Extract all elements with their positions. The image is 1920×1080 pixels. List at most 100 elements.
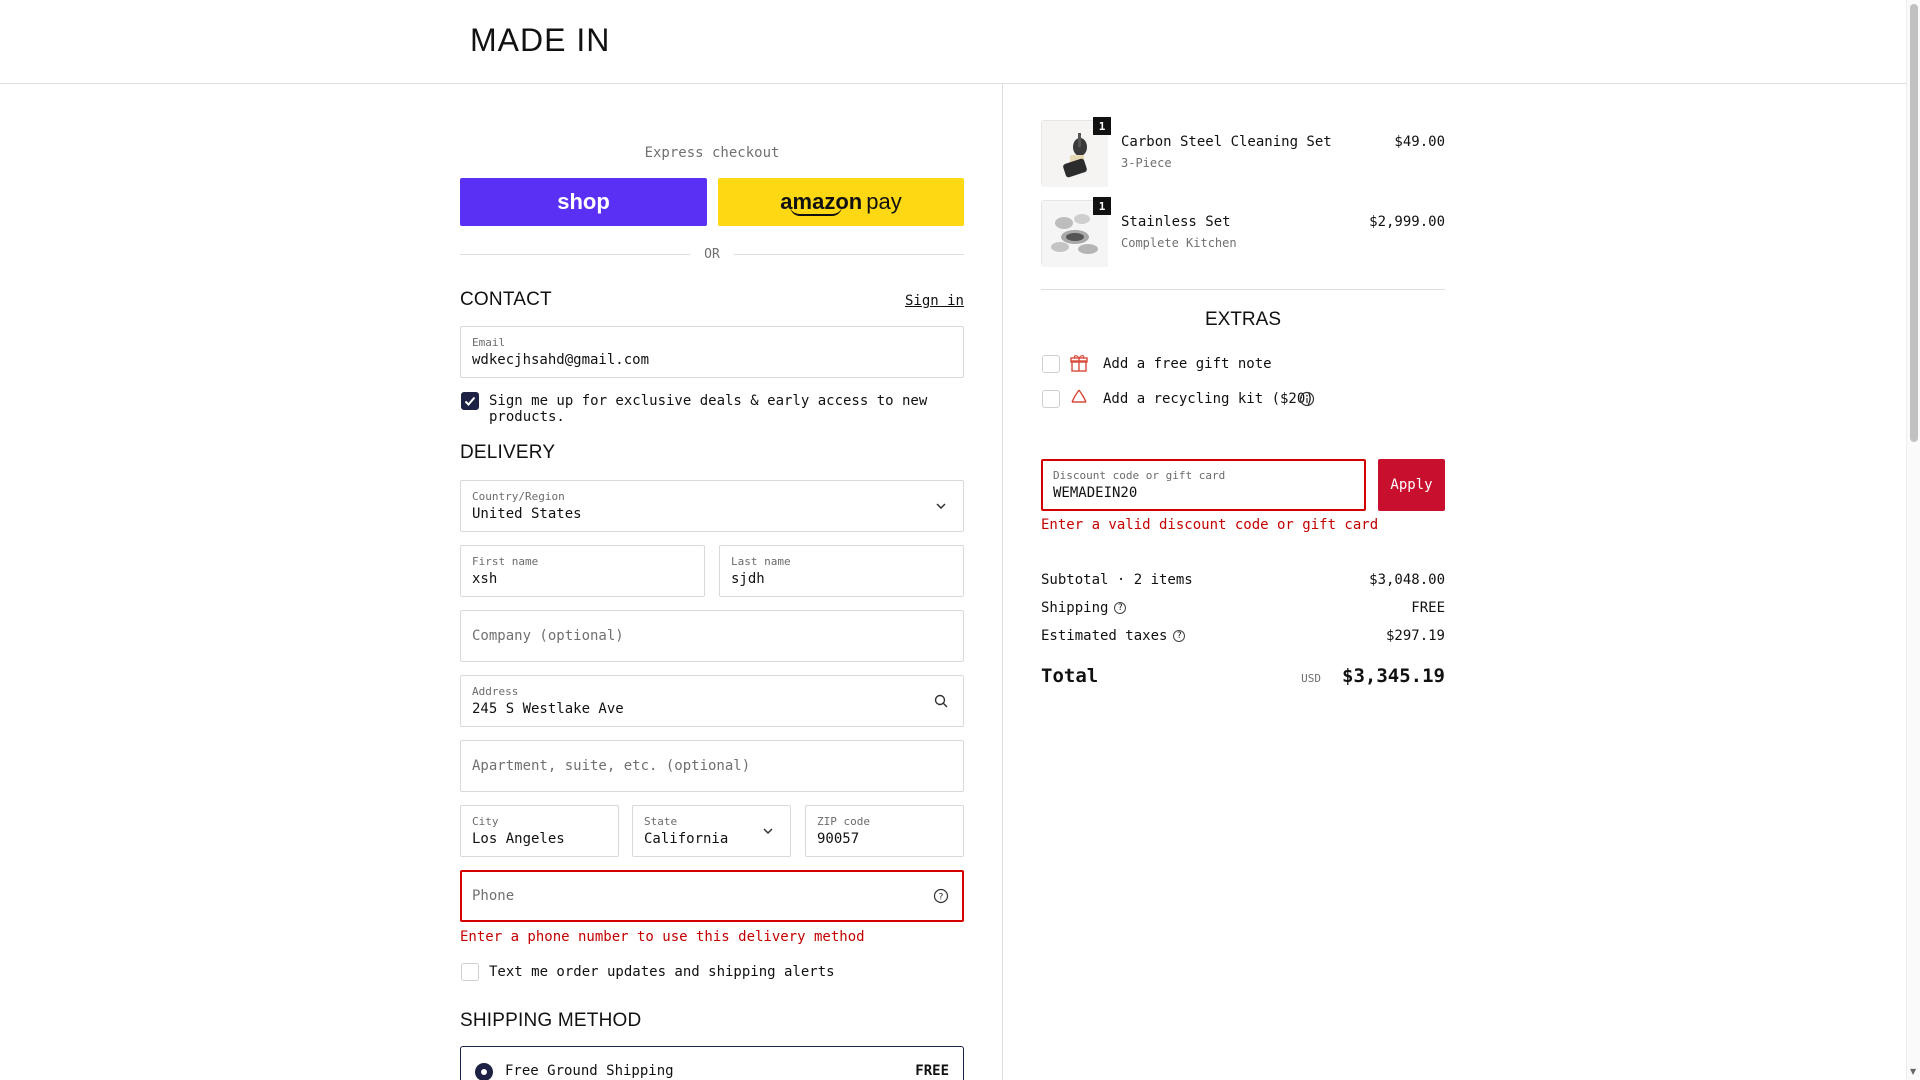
subtotal-label: Subtotal · 2 items <box>1041 572 1193 588</box>
apartment-field[interactable]: Apartment, suite, etc. (optional) <box>460 740 964 792</box>
address-label: Address <box>472 685 519 698</box>
sms-label: Text me order updates and shipping alert… <box>489 964 835 980</box>
shipping-option-free-ground[interactable]: Free Ground Shipping FREE <box>460 1046 964 1080</box>
shipping-radio[interactable] <box>475 1063 493 1080</box>
discount-value[interactable]: WEMADEIN20 <box>1053 485 1137 501</box>
address-field[interactable]: Address 245 S Westlake Ave <box>460 675 964 727</box>
column-divider <box>1002 84 1003 1080</box>
recycling-kit-label: Add a recycling kit ($20) <box>1103 391 1314 407</box>
first-name-label: First name <box>472 555 539 568</box>
newsletter-checkbox[interactable] <box>461 392 479 410</box>
shipping-method-title: SHIPPING METHOD <box>460 1010 642 1031</box>
apply-discount-button[interactable]: Apply <box>1378 459 1445 511</box>
shipping-option-label: Free Ground Shipping <box>505 1063 674 1079</box>
sign-in-link[interactable]: Sign in <box>905 293 964 309</box>
extras-title: EXTRAS <box>1204 309 1282 330</box>
amazon-pay-button[interactable]: amazon pay <box>718 178 964 226</box>
cart-item: 1 Carbon Steel Cleaning Set 3-Piece $49.… <box>1041 117 1445 188</box>
state-value: California <box>644 831 729 847</box>
item-variant: Complete Kitchen <box>1121 236 1237 250</box>
total-currency: USD <box>1301 672 1321 685</box>
phone-field[interactable]: Phone ? <box>460 870 964 922</box>
recycling-kit-checkbox[interactable] <box>1042 390 1060 408</box>
last-name-label: Last name <box>731 555 791 568</box>
delivery-title: DELIVERY <box>460 442 556 463</box>
item-variant: 3-Piece <box>1121 156 1172 170</box>
info-icon[interactable] <box>1299 391 1315 407</box>
subtotal-row: Subtotal · 2 items $3,048.00 <box>1041 572 1445 592</box>
total-row: Total USD $3,345.19 <box>1041 665 1445 695</box>
apartment-placeholder: Apartment, suite, etc. (optional) <box>472 758 751 774</box>
item-price: $49.00 <box>1394 134 1445 150</box>
email-value[interactable]: wdkecjhsahd@gmail.com <box>472 352 649 368</box>
first-name-field[interactable]: First name xsh <box>460 545 705 597</box>
or-divider: OR <box>460 245 964 263</box>
help-circle-icon[interactable]: ? <box>933 888 949 904</box>
zip-label: ZIP code <box>817 815 870 828</box>
discount-label: Discount code or gift card <box>1053 469 1226 482</box>
city-value[interactable]: Los Angeles <box>472 831 565 847</box>
chevron-down-icon <box>763 828 773 835</box>
email-label: Email <box>472 336 506 349</box>
search-icon <box>934 694 948 708</box>
checkmark-icon <box>464 396 476 406</box>
city-label: City <box>472 815 499 828</box>
gift-note-checkbox[interactable] <box>1042 355 1060 373</box>
phone-error: Enter a phone number to use this deliver… <box>460 929 865 945</box>
amazon-smile-icon <box>790 206 842 216</box>
quantity-badge: 1 <box>1093 117 1111 135</box>
first-name-value[interactable]: xsh <box>472 571 497 587</box>
zip-value[interactable]: 90057 <box>817 831 859 847</box>
state-select[interactable]: State California <box>632 805 791 857</box>
newsletter-label: Sign me up for exclusive deals & early a… <box>489 393 928 425</box>
page-scrollbar[interactable]: ▼ <box>1906 0 1920 1080</box>
shipping-value: FREE <box>1411 600 1445 616</box>
zip-field[interactable]: ZIP code 90057 <box>805 805 964 857</box>
gift-note-label: Add a free gift note <box>1103 356 1272 372</box>
product-image: 1 <box>1041 197 1111 267</box>
shipping-help-icon[interactable]: ? <box>1114 602 1127 614</box>
country-label: Country/Region <box>472 490 565 503</box>
express-checkout-label: Express checkout <box>644 145 780 161</box>
scrollbar-thumb[interactable] <box>1910 4 1918 442</box>
site-header: MADE IN <box>0 0 1906 84</box>
shop-pay-button[interactable]: shop <box>460 178 707 226</box>
total-label: Total <box>1041 665 1099 687</box>
total-value: $3,345.19 <box>1342 665 1445 687</box>
state-label: State <box>644 815 678 828</box>
cart-item: 1 Stainless Set Complete Kitchen $2,999.… <box>1041 197 1445 268</box>
taxes-value: $297.19 <box>1385 628 1445 644</box>
email-field[interactable]: Email wdkecjhsahd@gmail.com <box>460 326 964 378</box>
phone-placeholder: Phone <box>472 888 515 904</box>
svg-text:?: ? <box>939 893 944 903</box>
contact-title: CONTACT <box>460 289 552 310</box>
country-value: United States <box>472 506 582 522</box>
made-in-logo[interactable]: MADE IN <box>470 22 610 59</box>
sms-checkbox[interactable] <box>461 963 479 981</box>
discount-code-field[interactable]: Discount code or gift card WEMADEIN20 <box>1041 459 1366 511</box>
shop-pay-label: shop <box>557 189 610 214</box>
quantity-badge: 1 <box>1093 197 1111 215</box>
subtotal-value: $3,048.00 <box>1369 572 1445 588</box>
summary-divider <box>1041 289 1445 290</box>
shipping-option-price: FREE <box>915 1063 949 1079</box>
product-image: 1 <box>1041 117 1111 187</box>
recycle-icon <box>1071 389 1087 403</box>
scroll-down-arrow-icon[interactable]: ▼ <box>1910 1067 1916 1076</box>
chevron-down-icon <box>936 503 946 510</box>
amazon-pay-label: pay <box>866 189 902 214</box>
item-name: Carbon Steel Cleaning Set <box>1121 134 1332 150</box>
company-placeholder: Company (optional) <box>472 628 624 644</box>
last-name-field[interactable]: Last name sjdh <box>719 545 964 597</box>
taxes-help-icon[interactable]: ? <box>1173 630 1186 642</box>
or-text: OR <box>704 247 720 262</box>
shipping-row: Shipping? FREE <box>1041 600 1445 620</box>
discount-error: Enter a valid discount code or gift card <box>1041 517 1379 533</box>
address-value[interactable]: 245 S Westlake Ave <box>472 701 624 717</box>
city-field[interactable]: City Los Angeles <box>460 805 619 857</box>
company-field[interactable]: Company (optional) <box>460 610 964 662</box>
item-name: Stainless Set <box>1121 214 1231 230</box>
country-select[interactable]: Country/Region United States <box>460 480 964 532</box>
shipping-label: Shipping <box>1041 600 1109 616</box>
last-name-value[interactable]: sjdh <box>731 571 765 587</box>
